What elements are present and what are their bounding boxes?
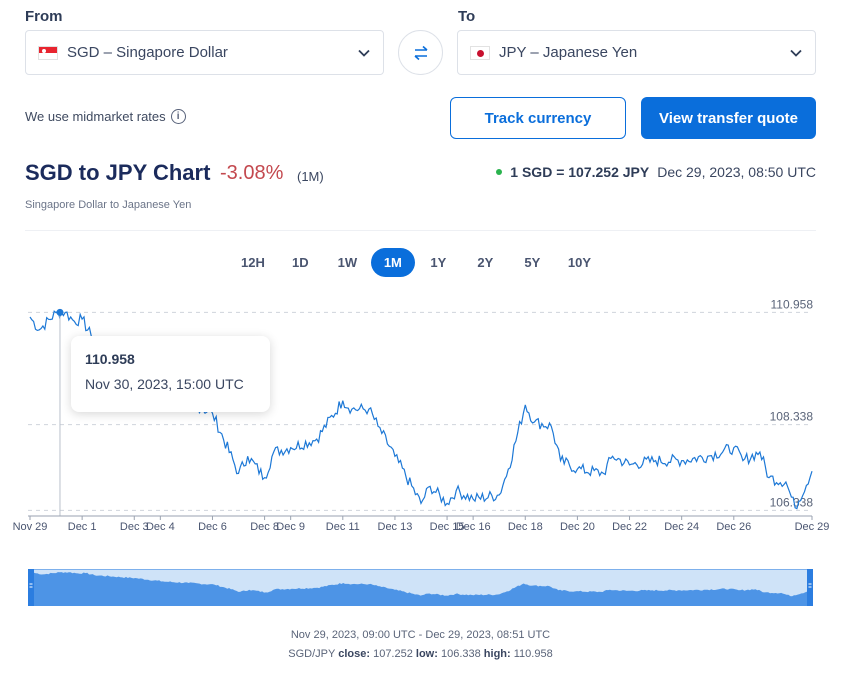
- japan-flag-icon: [470, 45, 490, 60]
- to-currency-value: JPY – Japanese Yen: [499, 44, 638, 61]
- rate-value: 1 SGD = 107.252 JPY: [510, 164, 650, 180]
- high-label: high:: [483, 648, 511, 660]
- range-selector: 12H 1D 1W 1M 1Y 2Y 5Y 10Y: [229, 248, 603, 277]
- close-value: 107.252: [373, 648, 413, 660]
- x-tick-label: Dec 13: [378, 521, 413, 533]
- y-tick-label: 110.958: [771, 297, 814, 311]
- x-tick-label: Dec 26: [716, 521, 751, 533]
- y-tick-label: 108.338: [770, 410, 814, 424]
- low-label: low:: [415, 648, 438, 660]
- info-icon[interactable]: i: [170, 109, 186, 124]
- from-currency-select[interactable]: SGD – Singapore Dollar: [25, 30, 384, 75]
- range-1y[interactable]: 1Y: [415, 248, 462, 277]
- hover-point: [56, 308, 64, 316]
- to-currency-select[interactable]: JPY – Japanese Yen: [457, 30, 816, 75]
- footer-summary: SGD/JPY close: 107.252 low: 106.338 high…: [0, 648, 841, 660]
- range-10y[interactable]: 10Y: [556, 248, 603, 277]
- view-transfer-quote-button[interactable]: View transfer quote: [641, 97, 816, 139]
- footer-date-range: Nov 29, 2023, 09:00 UTC - Dec 29, 2023, …: [290, 629, 551, 641]
- live-indicator-icon: [496, 169, 503, 175]
- chevron-down-icon: [790, 49, 802, 57]
- x-tick-label: Dec 8: [250, 521, 279, 533]
- to-label: To: [458, 8, 476, 25]
- x-tick-label: Dec 9: [276, 521, 305, 533]
- x-tick-label: Dec 18: [508, 521, 543, 533]
- from-label: From: [25, 8, 63, 25]
- chart-subtitle: Singapore Dollar to Japanese Yen: [25, 199, 192, 211]
- range-2y[interactable]: 2Y: [462, 248, 509, 277]
- x-tick-label: Nov 29: [13, 521, 48, 533]
- percent-change: -3.08%: [220, 162, 284, 184]
- footer-pair: SGD/JPY: [288, 648, 336, 660]
- singapore-flag-icon: [38, 45, 58, 60]
- chart-navigator[interactable]: [28, 569, 813, 606]
- x-tick-label: Dec 1: [68, 521, 97, 533]
- tooltip-value: 110.958: [85, 351, 135, 367]
- from-currency-value: SGD – Singapore Dollar: [67, 44, 228, 61]
- x-tick-label: Dec 6: [198, 521, 227, 533]
- midmarket-rates-text: We use midmarket rates: [25, 109, 166, 124]
- chart-tooltip: 110.958 Nov 30, 2023, 15:00 UTC: [71, 336, 270, 412]
- rate-timestamp: Dec 29, 2023, 08:50 UTC: [657, 164, 816, 180]
- x-tick-label: Dec 22: [612, 521, 647, 533]
- range-5y[interactable]: 5Y: [509, 248, 556, 277]
- divider: [25, 230, 816, 231]
- chart-title: SGD to JPY Chart: [25, 160, 211, 185]
- tooltip-date: Nov 30, 2023, 15:00 UTC: [85, 376, 244, 392]
- x-tick-label: Dec 16: [456, 521, 491, 533]
- range-1w[interactable]: 1W: [324, 248, 371, 277]
- rate-chart[interactable]: 110.958108.338106.338 Nov 29 Dec 1 Dec 3De…: [0, 290, 841, 540]
- swap-arrows-icon: [413, 45, 428, 60]
- x-tick-label: Dec 24: [664, 521, 699, 533]
- x-tick-label: Dec 11: [326, 521, 360, 533]
- midmarket-rates-note: We use midmarket rates i: [25, 109, 186, 124]
- x-tick-label: Dec 20: [560, 521, 595, 533]
- high-value: 110.958: [513, 648, 553, 660]
- track-currency-button[interactable]: Track currency: [450, 97, 626, 139]
- x-tick-label: Dec 3: [120, 521, 149, 533]
- chevron-down-icon: [358, 49, 370, 57]
- range-12h[interactable]: 12H: [229, 248, 277, 277]
- x-tick-label: Dec 4: [146, 521, 175, 533]
- range-1m[interactable]: 1M: [370, 248, 415, 277]
- close-label: close:: [338, 648, 371, 660]
- range-1d[interactable]: 1D: [277, 248, 324, 277]
- current-rate: 1 SGD = 107.252 JPY Dec 29, 2023, 08:50 …: [496, 164, 816, 180]
- low-value: 106.338: [440, 648, 481, 660]
- period-label: (1M): [297, 169, 324, 184]
- x-tick-label: Dec 29: [795, 521, 830, 533]
- swap-currencies-button[interactable]: [398, 30, 443, 75]
